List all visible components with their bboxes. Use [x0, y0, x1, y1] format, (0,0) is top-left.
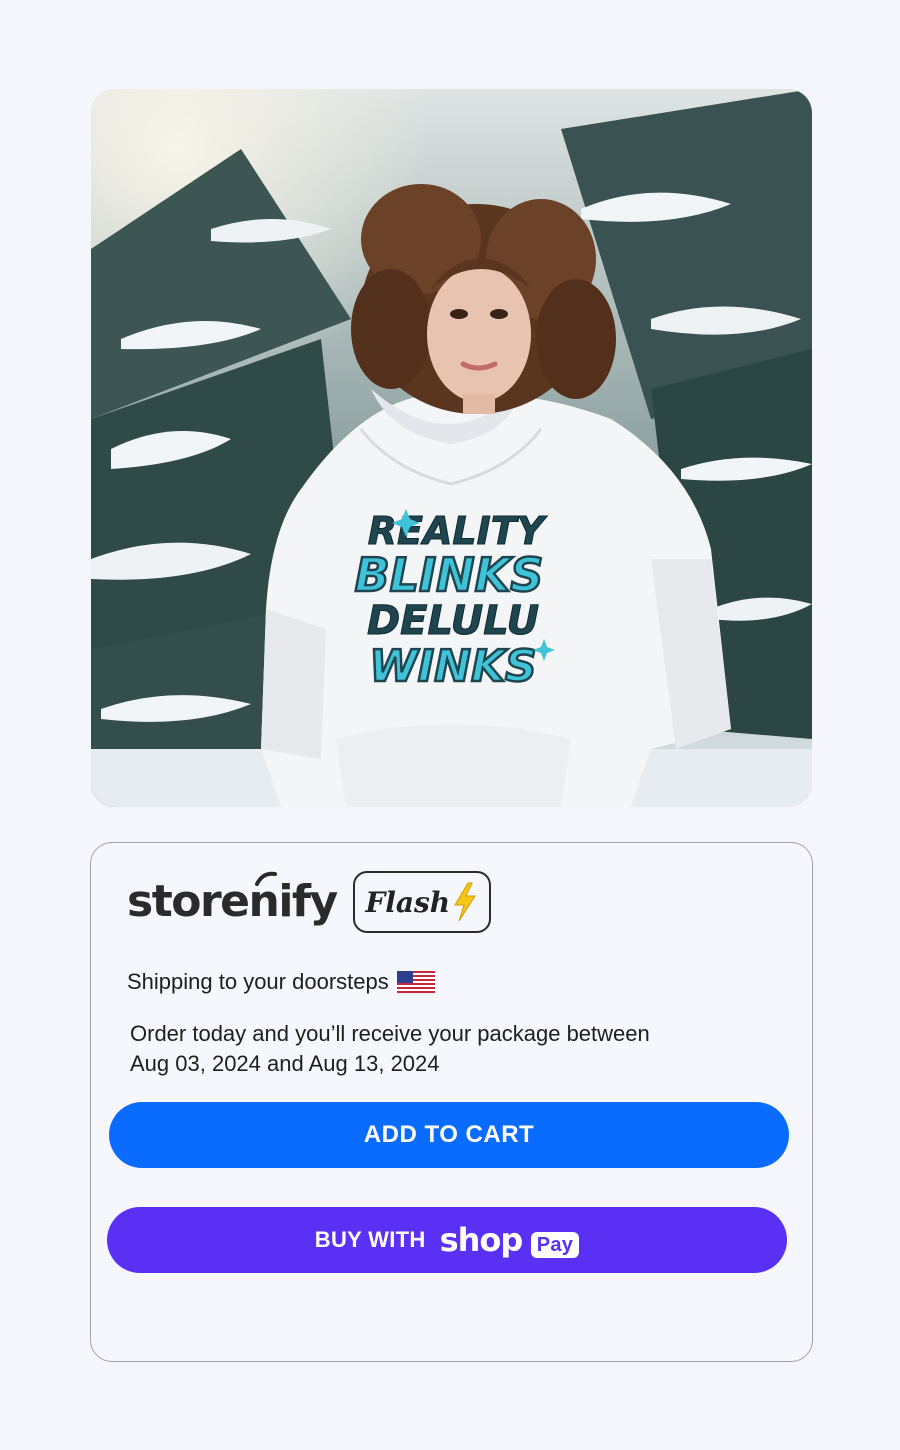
- product-page: REALITY BLINKS DELULU WINKS storenify Fl…: [0, 0, 900, 1450]
- delivery-line-2: Aug 03, 2024 and Aug 13, 2024: [130, 1051, 440, 1076]
- buy-with-shop-pay-button[interactable]: BUY WITH shop Pay: [107, 1207, 787, 1273]
- purchase-card: storenify Flash Shipping to your doorste…: [90, 842, 813, 1362]
- storenify-logo: storenify: [127, 871, 338, 924]
- delivery-line-1: Order today and you’ll receive your pack…: [130, 1021, 650, 1046]
- pay-pill: Pay: [530, 1232, 580, 1258]
- print-line-1: REALITY: [368, 509, 548, 553]
- print-line-4: WINKS: [369, 641, 537, 692]
- hoodie-print: REALITY BLINKS DELULU WINKS: [353, 509, 555, 693]
- flash-badge: Flash: [352, 871, 491, 933]
- brand-name: storenify: [127, 876, 338, 927]
- lightning-bolt-icon: [454, 882, 477, 922]
- delivery-estimate: Order today and you’ll receive your pack…: [130, 1019, 730, 1079]
- buy-with-label: BUY WITH: [314, 1227, 426, 1252]
- add-to-cart-button[interactable]: ADD TO CART: [109, 1102, 789, 1168]
- model: [351, 184, 616, 414]
- shipping-line: Shipping to your doorsteps: [127, 969, 435, 995]
- product-photo-illustration: REALITY BLINKS DELULU WINKS: [91, 89, 812, 807]
- us-flag-icon: [396, 971, 435, 993]
- brand-row: storenify Flash: [127, 871, 491, 933]
- add-to-cart-label: ADD TO CART: [363, 1121, 535, 1148]
- shop-word: shop: [439, 1221, 524, 1259]
- print-line-2: BLINKS: [355, 548, 544, 602]
- print-line-3: DELULU: [367, 598, 539, 644]
- product-image[interactable]: REALITY BLINKS DELULU WINKS: [91, 89, 812, 807]
- shop-pay-logo: shop Pay: [440, 1221, 580, 1259]
- logo-spark-icon: [255, 871, 277, 886]
- shipping-label: Shipping to your doorsteps: [127, 969, 389, 994]
- flash-label: Flash: [365, 885, 451, 919]
